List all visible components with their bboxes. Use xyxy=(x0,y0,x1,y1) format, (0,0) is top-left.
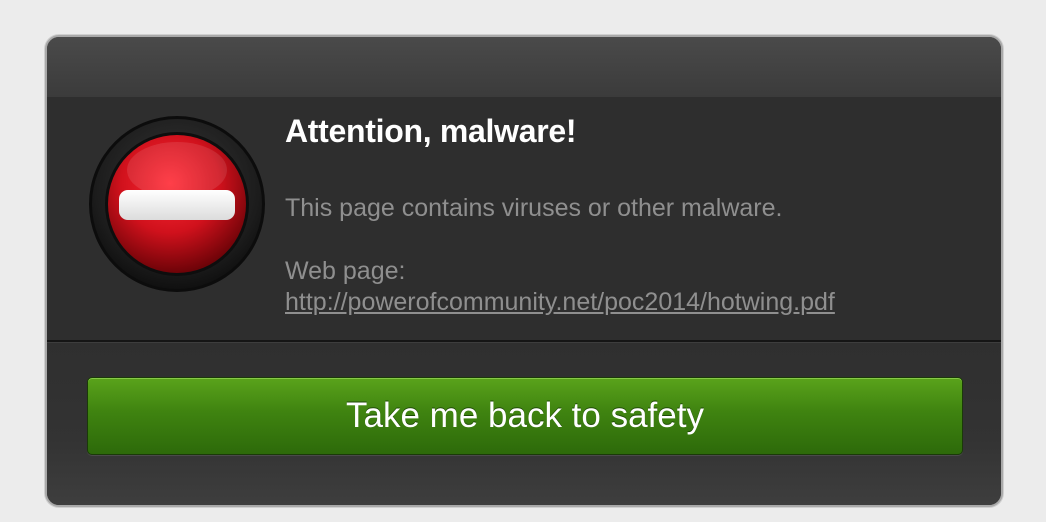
dialog-title: Attention, malware! xyxy=(285,113,577,149)
dialog-header xyxy=(47,37,1001,97)
webpage-url-link[interactable]: http://powerofcommunity.net/poc2014/hotw… xyxy=(285,288,835,317)
malware-warning-dialog: Attention, malware! This page contains v… xyxy=(45,35,1003,507)
back-to-safety-button[interactable]: Take me back to safety xyxy=(87,377,963,455)
webpage-label: Web page: xyxy=(285,257,406,285)
stop-icon xyxy=(89,116,265,292)
malware-description: This page contains viruses or other malw… xyxy=(285,194,783,222)
